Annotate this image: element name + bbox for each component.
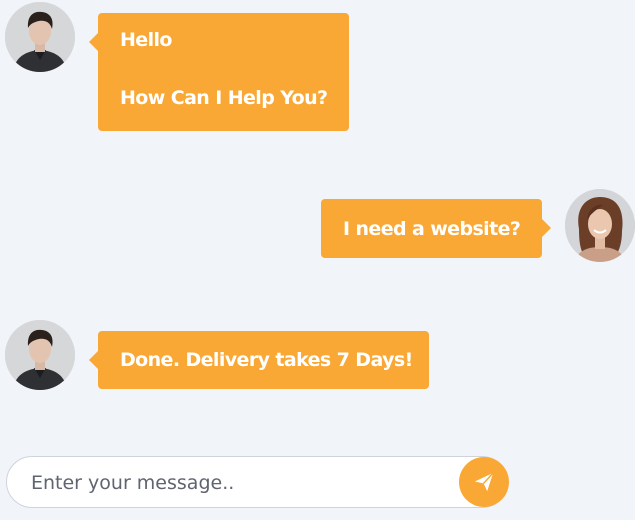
message-bubble-incoming: Done. Delivery takes 7 Days!	[89, 331, 429, 389]
man-avatar	[5, 2, 75, 72]
man-avatar	[5, 320, 75, 390]
message-composer	[6, 456, 508, 509]
woman-avatar	[565, 189, 635, 262]
message-line: Done. Delivery takes 7 Days!	[120, 349, 413, 371]
message-line: How Can I Help You?	[120, 87, 328, 109]
message-bubble-outgoing: I need a website?	[321, 199, 551, 258]
paper-plane-icon	[474, 472, 494, 492]
message-bubble-incoming: Hello How Can I Help You?	[89, 13, 349, 131]
message-line: I need a website?	[343, 217, 521, 240]
message-input[interactable]	[29, 457, 453, 509]
send-button[interactable]	[459, 457, 509, 507]
message-line: Hello	[120, 29, 172, 51]
